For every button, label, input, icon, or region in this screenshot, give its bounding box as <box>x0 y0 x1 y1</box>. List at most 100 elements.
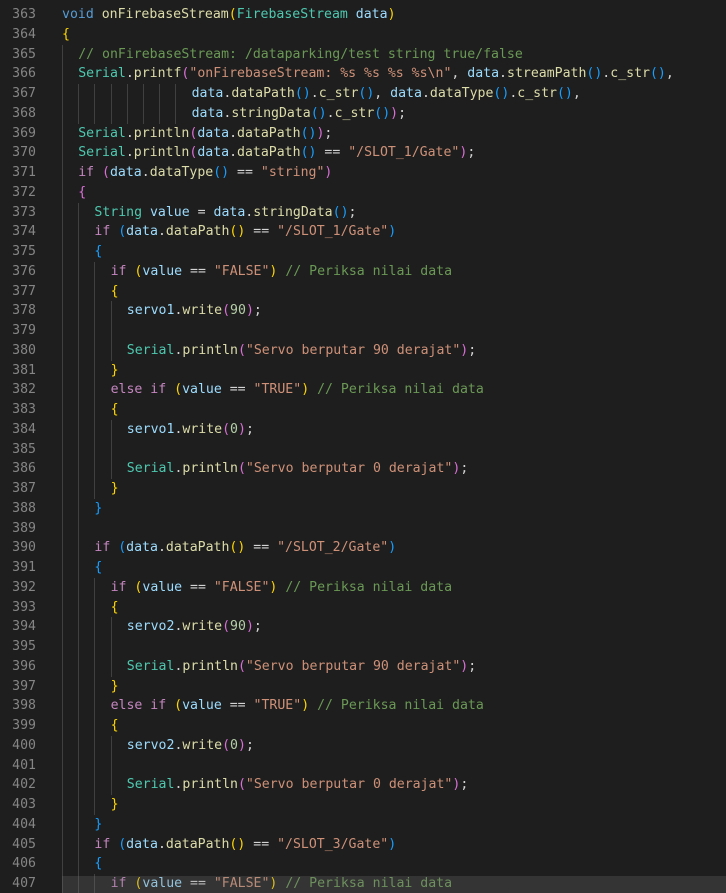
code-line[interactable]: 399 { <box>0 716 726 736</box>
code-line[interactable]: 394 servo2.write(90); <box>0 617 726 637</box>
code-line[interactable]: 388} <box>0 498 726 519</box>
code-token: ; <box>253 303 262 319</box>
code-line[interactable]: 376 if (value == "FALSE") // Periksa nila… <box>0 261 726 282</box>
code-line[interactable]: 378 servo1.write(90); <box>0 301 726 321</box>
code-token: if <box>78 165 103 180</box>
code-token: write <box>182 303 223 319</box>
code-token: . <box>125 125 134 141</box>
code-token: . <box>310 86 319 101</box>
line-code: if (value == "FALSE") // Periksa nilai d… <box>111 578 452 598</box>
code-token: () <box>556 86 573 101</box>
horizontal-scrollbar[interactable] <box>62 876 726 893</box>
indent-guide <box>94 597 96 618</box>
code-line[interactable]: 386 Serial.println("Servo berputar 0 dera… <box>0 459 726 479</box>
code-line[interactable]: 379 <box>0 321 726 341</box>
code-line[interactable]: 377 { <box>0 281 726 302</box>
code-line[interactable]: 375 { <box>0 242 726 262</box>
code-line[interactable]: 373 String value = data.stringData(); <box>0 202 726 223</box>
code-token: else if <box>110 698 175 714</box>
code-token: } <box>110 797 119 812</box>
code-line[interactable]: 402 Serial.println("Servo berputar 0 dera… <box>0 775 726 795</box>
code-line[interactable]: 398 else if (value == "TRUE") // Periksa … <box>0 696 726 716</box>
line-number: 403 <box>12 797 36 812</box>
indent-guide <box>94 419 96 440</box>
code-token: , <box>665 66 674 82</box>
code-line[interactable]: 367 data.dataPath().c_str(), data.dataTyp… <box>0 84 726 104</box>
code-token: String <box>94 204 150 220</box>
code-line[interactable]: 400 servo2.write(0); <box>0 735 726 756</box>
indent-guide <box>62 479 63 499</box>
code-line[interactable]: 389 <box>0 518 726 539</box>
code-line[interactable]: 363 void onFirebaseStream(FirebaseStream … <box>0 5 726 25</box>
code-line[interactable]: 369 Serial.println(data.dataPath()); <box>0 123 726 144</box>
code-token: . <box>421 86 430 101</box>
code-line[interactable]: 372 { <box>0 182 726 203</box>
code-token: dataPath <box>237 145 301 161</box>
code-line[interactable]: 387} <box>0 479 726 499</box>
code-line[interactable]: 365 // onFirebaseStream: /dataparking/tes… <box>0 44 726 65</box>
code-line[interactable]: 396 Serial.println("Servo berputar 90 der… <box>0 656 726 677</box>
code-token: { <box>110 599 119 615</box>
code-token: ( <box>118 540 127 556</box>
code-token: value <box>142 579 183 595</box>
code-line[interactable]: 403} <box>0 795 726 815</box>
code-token: data <box>197 145 230 161</box>
code-token: dataType <box>149 165 214 180</box>
line-code: // onFirebaseStream: /dataparking/test s… <box>78 45 523 65</box>
code-line[interactable]: 380 Serial.println("Servo berputar 90 der… <box>0 340 726 361</box>
code-line[interactable]: 397} <box>0 676 726 697</box>
code-line[interactable]: 393 { <box>0 597 726 618</box>
code-token: () <box>294 86 311 101</box>
code-line[interactable]: 364 { <box>0 25 726 45</box>
code-line[interactable]: 405 if (data.dataPath() == "/SLOT_3/Gate"… <box>0 834 726 855</box>
code-line[interactable]: 395 <box>0 637 726 657</box>
code-token: () <box>300 145 317 161</box>
code-token: ) <box>301 382 310 398</box>
code-token: . <box>141 165 150 180</box>
indent-guide <box>62 222 63 242</box>
code-line[interactable]: 368 data.stringData().c_str()); <box>0 103 726 124</box>
code-line[interactable]: 370 Serial.println(data.dataPath() == "/S… <box>0 143 726 163</box>
code-line[interactable]: 392 if (value == "FALSE") // Periksa nila… <box>0 577 726 598</box>
code-line[interactable]: 371 if (data.dataType() == "string") <box>0 163 726 183</box>
code-line[interactable]: 381} <box>0 360 726 381</box>
line-code: } <box>111 677 119 697</box>
indent-guide <box>62 380 63 400</box>
indent-guide <box>94 400 96 420</box>
code-line[interactable]: 391 { <box>0 558 726 578</box>
code-editor[interactable]: 363 void onFirebaseStream(FirebaseStream … <box>0 0 726 893</box>
indent-guide <box>62 597 63 618</box>
indent-guide <box>94 321 96 341</box>
indent-guide <box>62 163 63 183</box>
indent-guide <box>62 202 63 223</box>
indent-guide <box>94 439 96 460</box>
indent-guide <box>110 656 112 677</box>
indent-guide <box>110 301 112 321</box>
code-line[interactable]: 382 else if (value == "TRUE") // Periksa … <box>0 380 726 400</box>
code-line[interactable]: 401 <box>0 755 726 776</box>
code-line[interactable]: 366 Serial.printf("onFirebaseStream: %s %… <box>0 64 726 84</box>
code-token: ) <box>388 540 397 556</box>
code-token: Serial <box>126 777 175 793</box>
code-line[interactable]: 406 { <box>0 854 726 874</box>
code-token: ) <box>390 105 399 121</box>
code-token: "Servo berputar 0 derajat" <box>245 461 453 477</box>
code-line[interactable]: 383 { <box>0 400 726 420</box>
indent-guide <box>78 479 80 499</box>
code-token: ) <box>388 836 397 852</box>
line-code: else if (value == "TRUE") // Periksa nil… <box>111 380 484 400</box>
indent-guide <box>94 716 96 736</box>
line-number: 378 <box>12 303 36 319</box>
line-number: 398 <box>12 698 36 714</box>
code-token: ) <box>388 224 397 240</box>
line-number: 397 <box>12 678 36 694</box>
code-line[interactable]: 404} <box>0 814 726 835</box>
line-code: } <box>111 479 119 499</box>
indent-guide <box>126 103 128 124</box>
code-line[interactable]: 385 <box>0 439 726 460</box>
code-line[interactable]: 390 if (data.dataPath() == "/SLOT_2/Gate"… <box>0 538 726 558</box>
indent-guide <box>78 400 80 420</box>
code-line[interactable]: 384 servo1.write(0); <box>0 419 726 440</box>
line-code: { <box>94 242 102 262</box>
code-line[interactable]: 374 if (data.dataPath() == "/SLOT_1/Gate"… <box>0 222 726 242</box>
